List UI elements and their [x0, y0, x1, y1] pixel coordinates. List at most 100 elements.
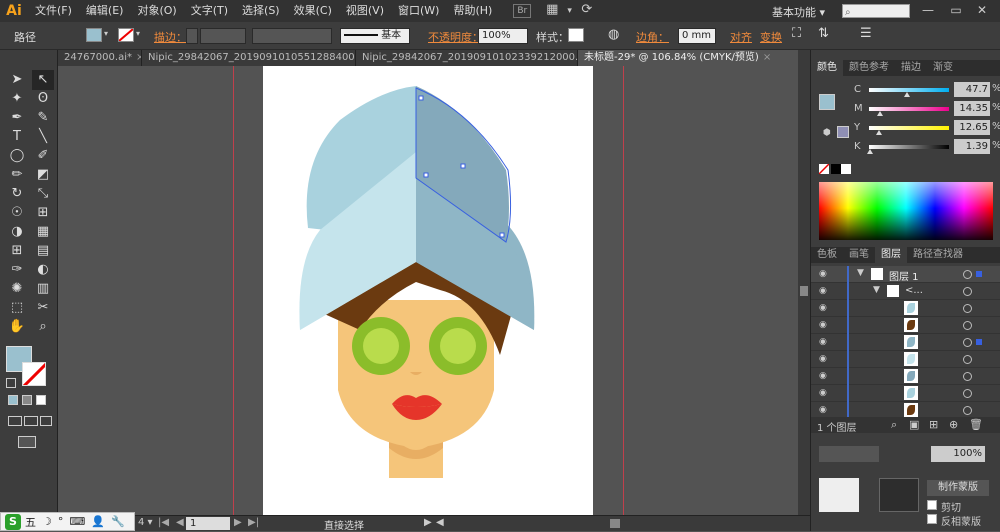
free-transform-tool[interactable]: ⊞	[32, 203, 54, 223]
bridge-icon[interactable]: Br	[513, 4, 532, 18]
slider-track[interactable]	[867, 145, 949, 154]
next-artboard-icon[interactable]: ▶	[234, 517, 242, 528]
workspace-switcher[interactable]: 基本功能 ▾	[772, 4, 825, 20]
tab-gradient[interactable]: 渐变	[927, 60, 959, 76]
shape-builder-tool[interactable]: ◑	[6, 222, 28, 242]
target-circle-icon[interactable]	[963, 355, 972, 364]
invert-mask-checkbox[interactable]	[927, 514, 937, 524]
scale-tool[interactable]: ⤡	[32, 184, 54, 204]
visibility-eye-icon[interactable]: ◉	[819, 269, 831, 279]
target-circle-icon[interactable]	[963, 304, 972, 313]
align-options-icon[interactable]: ⇅	[818, 26, 829, 41]
opacity-input[interactable]: 100%	[478, 28, 528, 44]
illustration[interactable]	[263, 66, 593, 517]
slider-track[interactable]	[869, 126, 949, 135]
default-colors-icon[interactable]	[6, 378, 16, 388]
stroke-color-box[interactable]	[22, 362, 46, 386]
sublayer-row[interactable]: ◉	[811, 368, 1000, 385]
none-color-swatch[interactable]	[818, 163, 830, 175]
slider-thumb[interactable]	[877, 111, 884, 116]
slice-tool[interactable]: ✂	[32, 298, 54, 318]
draw-behind-icon[interactable]	[24, 416, 38, 426]
anchor-point[interactable]	[423, 172, 429, 178]
ime-moon-icon[interactable]: ☽	[42, 515, 52, 528]
expand-triangle-icon[interactable]: ▼	[857, 268, 864, 278]
layer-row-group[interactable]: ◉ ▼ <...	[811, 283, 1000, 300]
artboard-tool[interactable]: ⬚	[6, 298, 28, 318]
direct-selection-tool[interactable]: ↖	[32, 70, 54, 90]
clipping-mask-icon[interactable]: ▣	[909, 418, 919, 431]
locate-object-icon[interactable]: ⌕	[891, 418, 897, 432]
tab-close-icon[interactable]: ×	[763, 52, 771, 63]
selection-indicator[interactable]	[976, 339, 982, 345]
slider-value-input[interactable]: 12.65	[954, 120, 990, 135]
arrange-documents-icon[interactable]: ▦	[543, 3, 561, 18]
arrange-caret-icon[interactable]: ▾	[567, 6, 572, 16]
first-artboard-icon[interactable]: |◀	[158, 517, 169, 528]
gradient-mode-button[interactable]	[22, 395, 32, 405]
draw-normal-icon[interactable]	[8, 416, 22, 426]
none-mode-button[interactable]	[36, 395, 46, 405]
menu-type[interactable]: 文字(T)	[184, 0, 235, 22]
clip-checkbox[interactable]	[927, 500, 937, 510]
stroke-caret-icon[interactable]: ▾	[136, 29, 140, 38]
ellipse-tool[interactable]: ◯	[6, 146, 28, 166]
anchor-point[interactable]	[460, 163, 466, 169]
visibility-eye-icon[interactable]: ◉	[819, 320, 831, 330]
zoom-tool[interactable]: ⌕	[32, 317, 54, 337]
target-circle-icon[interactable]	[963, 321, 972, 330]
blend-tool[interactable]: ◐	[32, 260, 54, 280]
last-artboard-icon[interactable]: ▶|	[248, 517, 259, 528]
ime-mode-label[interactable]: 五	[25, 514, 36, 530]
slider-thumb[interactable]	[867, 149, 874, 154]
visibility-eye-icon[interactable]: ◉	[819, 303, 831, 313]
slider-value-input[interactable]: 1.39	[954, 139, 990, 154]
visibility-eye-icon[interactable]: ◉	[819, 337, 831, 347]
close-window-button[interactable]: ✕	[972, 3, 992, 19]
layer-row-layer1[interactable]: ◉ ▼ 图层 1	[811, 266, 1000, 283]
draw-inside-icon[interactable]	[40, 416, 52, 426]
gradient-tool[interactable]: ▤	[32, 241, 54, 261]
help-search-input[interactable]: ⌕	[842, 4, 910, 18]
target-circle-icon[interactable]	[963, 389, 972, 398]
opacity-label[interactable]: 不透明度：	[428, 29, 483, 45]
slider-thumb[interactable]	[876, 130, 883, 135]
scrollbar-thumb[interactable]	[800, 286, 808, 296]
canvas-area[interactable]	[58, 66, 798, 517]
tab-document-2[interactable]: Nipic_29842067_20190910105512884000.ai*×	[142, 50, 356, 66]
new-layer-icon[interactable]: ⊕	[949, 418, 958, 431]
hand-tool[interactable]: ✋	[6, 317, 28, 337]
tab-pathfinder[interactable]: 路径查找器	[907, 247, 969, 263]
sublayer-row[interactable]: ◉	[811, 300, 1000, 317]
menu-object[interactable]: 对象(O)	[130, 0, 183, 22]
cucumber-right-inner[interactable]	[440, 328, 476, 364]
group-name[interactable]: <...	[905, 285, 923, 296]
anchor-point[interactable]	[418, 95, 424, 101]
slider-value-input[interactable]: 14.35	[954, 101, 990, 116]
corner-label[interactable]: 边角：	[636, 29, 669, 45]
tab-document-active[interactable]: 未标题-29* @ 106.84% (CMYK/预览) ×	[578, 50, 810, 66]
stroke-swatch[interactable]	[118, 28, 134, 42]
vertical-scrollbar[interactable]	[798, 50, 810, 517]
column-graph-tool[interactable]: ▥	[32, 279, 54, 299]
tab-color[interactable]: 颜色	[811, 60, 843, 76]
artboard-number-input[interactable]: 1	[186, 517, 230, 530]
visibility-eye-icon[interactable]: ◉	[819, 371, 831, 381]
artboard[interactable]	[263, 66, 593, 517]
expand-triangle-icon[interactable]: ▼	[873, 285, 880, 295]
visibility-eye-icon[interactable]: ◉	[819, 286, 831, 296]
selection-tool[interactable]: ➤	[6, 70, 28, 90]
slider-track[interactable]	[869, 88, 949, 97]
target-circle-icon[interactable]	[963, 406, 972, 415]
ime-logo-icon[interactable]: S	[5, 513, 21, 530]
maximize-button[interactable]: ▭	[946, 3, 966, 19]
tab-stroke[interactable]: 描边	[895, 60, 927, 76]
perspective-grid-tool[interactable]: ▦	[32, 222, 54, 242]
graphic-style-swatch[interactable]	[568, 28, 584, 42]
mesh-tool[interactable]: ⊞	[6, 241, 28, 261]
pencil-tool[interactable]: ✏	[6, 165, 28, 185]
sublayer-row[interactable]: ◉	[811, 351, 1000, 368]
tab-document-1[interactable]: 24767000.ai*×	[58, 50, 142, 66]
type-tool[interactable]: T	[6, 127, 28, 147]
paintbrush-tool[interactable]: ✐	[32, 146, 54, 166]
